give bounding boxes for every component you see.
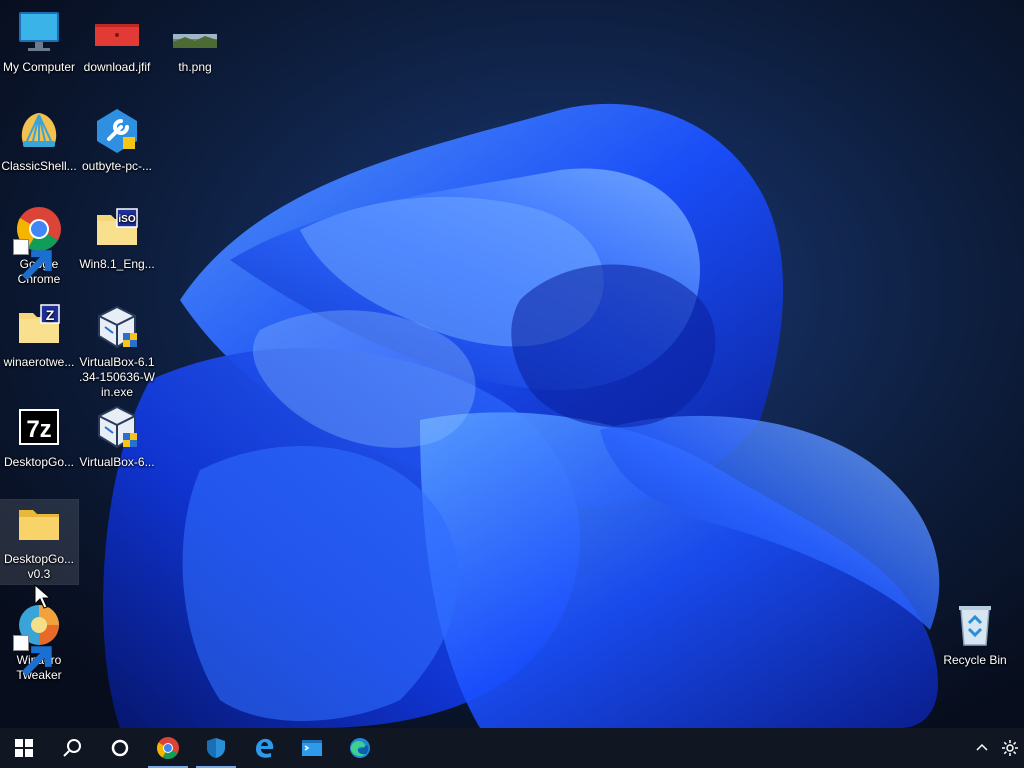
desktop-icon-google-chrome[interactable]: Google Chrome [0,205,78,287]
cortana-circle-icon [111,739,129,757]
taskbar [0,728,1024,768]
desktop-icon-virtualbox-2[interactable]: VirtualBox-6... [78,403,156,470]
show-hidden-icons-button[interactable] [968,728,996,768]
desktop-icon-desktopgo-folder[interactable]: DesktopGo... v0.3 [0,499,79,585]
7zip-icon: 7z [15,403,63,451]
image-file-icon [171,8,219,56]
desktop-icon-desktopgo-7z[interactable]: 7z DesktopGo... [0,403,78,470]
desktop-icon-label: ClassicShell... [1,159,77,173]
shortcut-arrow-icon [13,239,52,281]
desktop-icon-label: DesktopGo... [3,552,75,566]
mouse-cursor-icon [34,584,52,609]
chrome-taskbar-button[interactable] [144,728,192,768]
image-file-icon [93,8,141,56]
desktop-icon-winaerotweaker-zip[interactable]: Z winaerotwe... [0,303,78,370]
svg-text:7z: 7z [26,416,51,443]
desktop-icon-label: in.exe [100,385,134,399]
search-button[interactable] [48,728,96,768]
edge-taskbar-button[interactable] [336,728,384,768]
desktop-icon-winaero-tweaker[interactable]: Winaero Tweaker [0,601,78,683]
desktop-icon-label: Recycle Bin [943,653,1007,667]
desktop-icon-label: VirtualBox-6... [79,455,155,469]
desktop-icon-win81[interactable]: iSO Win8.1_Eng... [78,205,156,272]
edge-legacy-icon [256,738,274,758]
desktop-icon-label: DesktopGo... [3,455,75,469]
desktop-icon-outbyte[interactable]: outbyte-pc-... [78,107,156,174]
iso-folder-icon: iSO [93,205,141,253]
chrome-icon [157,737,179,759]
terminal-taskbar-button[interactable] [288,728,336,768]
svg-text:iSO: iSO [118,214,135,225]
start-button[interactable] [0,728,48,768]
desktop-icon-recycle-bin[interactable]: Recycle Bin [936,601,1014,668]
folder-icon [15,500,63,548]
settings-tray-button[interactable] [996,728,1024,768]
desktop-icon-label: Win8.1_Eng... [79,257,155,271]
desktop-icon-th-png[interactable]: th.png [156,8,234,75]
desktop-icon-label: v0.3 [27,567,51,581]
chevron-up-icon [976,743,988,751]
system-tray [968,728,1024,768]
desktop-icon-virtualbox-exe[interactable]: VirtualBox-6.1 .34-150636-W in.exe [78,303,156,400]
edge-legacy-taskbar-button[interactable] [240,728,288,768]
wrench-icon [93,107,141,155]
desktop-icon-label: outbyte-pc-... [81,159,153,173]
cortana-button[interactable] [96,728,144,768]
zip-folder-icon: Z [15,303,63,351]
desktop-icon-label: VirtualBox-6.1 [79,355,155,369]
security-taskbar-button[interactable] [192,728,240,768]
svg-text:Z: Z [46,307,55,323]
desktop-icon-label: .34-150636-W [78,370,156,384]
virtualbox-icon [93,303,141,351]
search-icon [63,739,81,757]
desktop-icon-download-jfif[interactable]: download.jfif [78,8,156,75]
desktop-icon-label: download.jfif [83,60,151,74]
gear-icon [1002,740,1018,756]
shortcut-arrow-icon [13,635,52,677]
terminal-icon [302,740,322,756]
virtualbox-icon [93,403,141,451]
shell-icon [15,107,63,155]
edge-icon [350,738,370,758]
desktop-icon-label: winaerotwe... [3,355,75,369]
desktop-icon-label: th.png [178,60,212,74]
desktop-icon-my-computer[interactable]: My Computer [0,8,78,75]
recycle-bin-icon [951,601,999,649]
windows-logo-icon [15,739,33,757]
desktop-icon-classicshell[interactable]: ClassicShell... [0,107,78,174]
monitor-icon [15,8,63,56]
chrome-icon [13,205,63,281]
shield-icon [207,738,225,758]
desktop-icon-label: My Computer [2,60,76,74]
